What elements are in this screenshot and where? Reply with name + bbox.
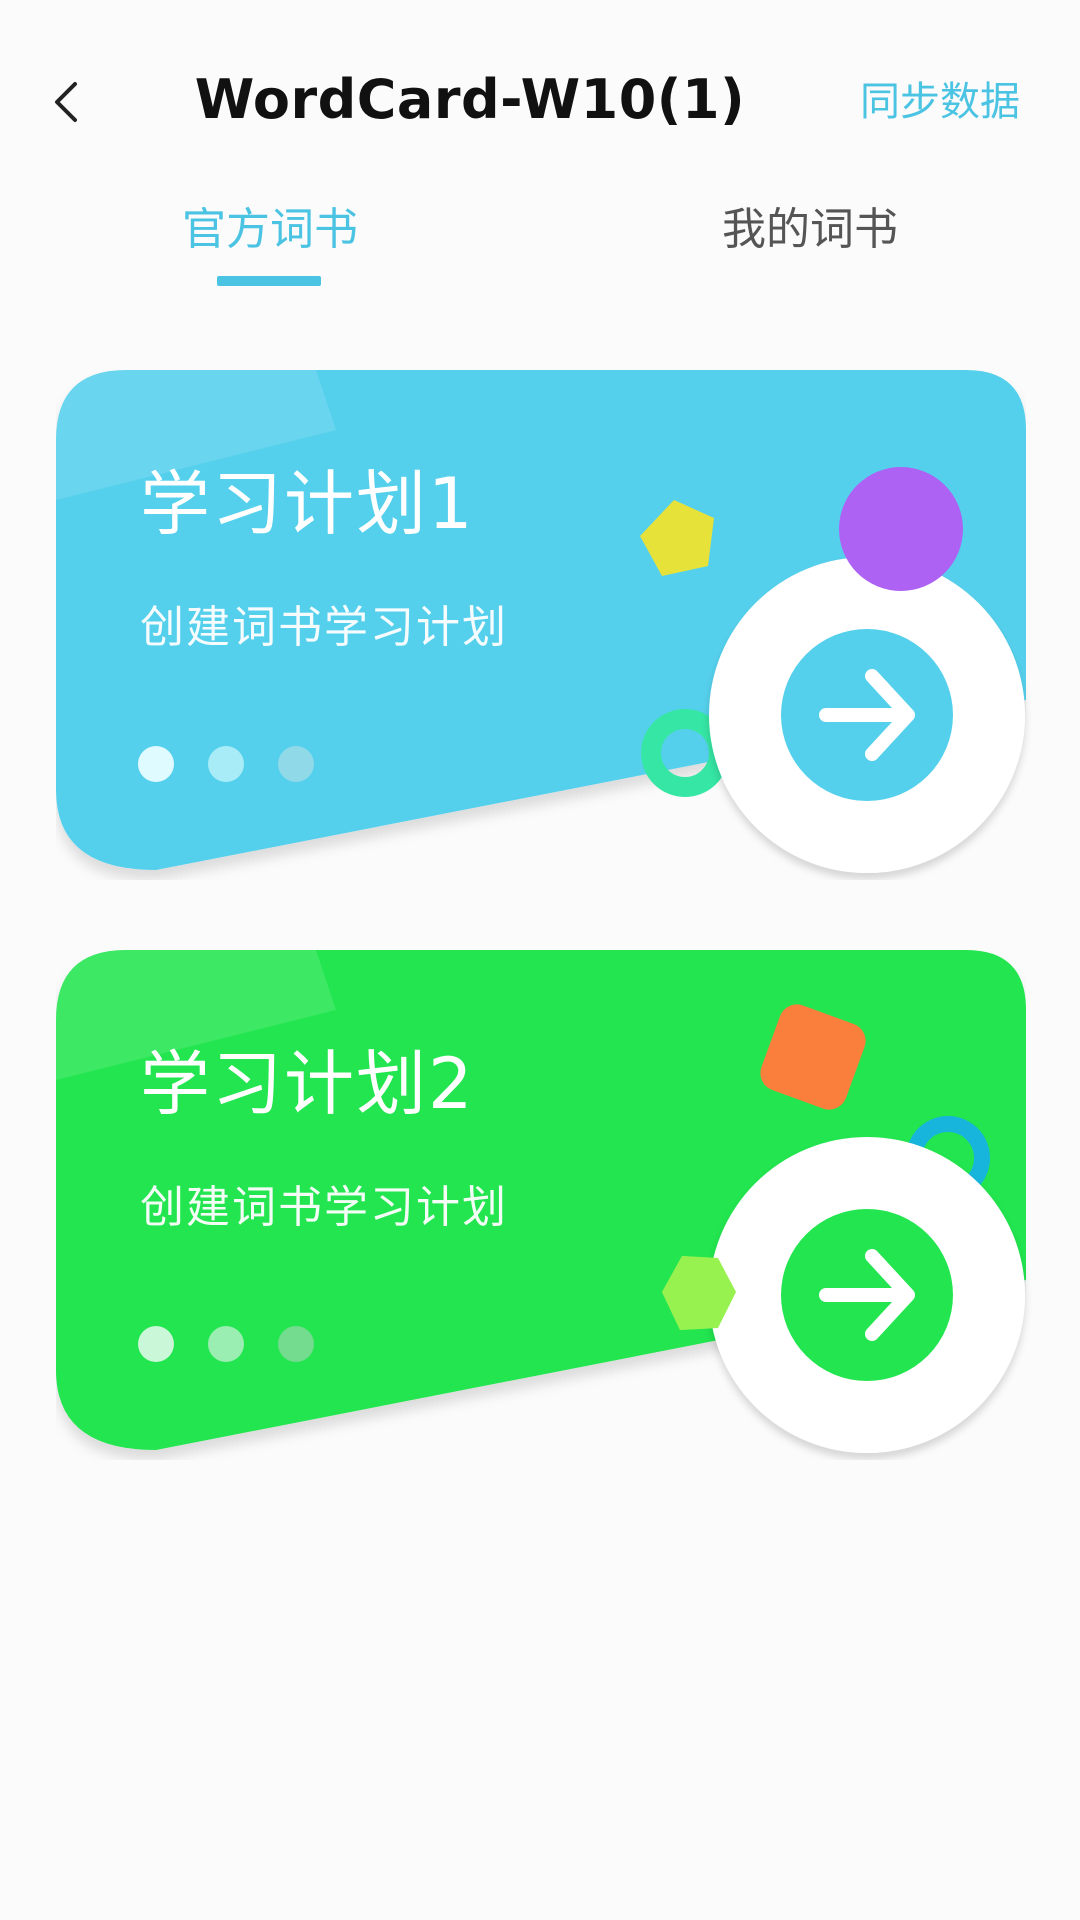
dot [278, 746, 314, 782]
dot [208, 1326, 244, 1362]
purple-circle-shape [839, 467, 963, 591]
lime-hexagon-overlay [662, 1256, 736, 1330]
page-dots [138, 1326, 358, 1362]
study-plan-card-1[interactable]: 学习计划1 创建词书学习计划 [56, 370, 1026, 873]
back-button[interactable] [44, 70, 88, 134]
tab-official-books[interactable]: 官方词书 [120, 200, 420, 260]
dot [208, 746, 244, 782]
card-title: 学习计划1 [140, 463, 475, 545]
app-root: WordCard-W10(1) 同步数据 官方词书 我的词书 学习计划1 创建词… [0, 0, 1080, 1920]
orange-square-shape [760, 1004, 866, 1110]
tab-active-indicator [217, 276, 321, 286]
card-2-go-button[interactable] [702, 1130, 1032, 1460]
sync-data-button[interactable]: 同步数据 [860, 70, 1020, 134]
card-subtitle: 创建词书学习计划 [140, 602, 508, 653]
page-title: WordCard-W10(1) [194, 68, 746, 131]
dot [138, 746, 174, 782]
page-dots [138, 746, 358, 782]
header: WordCard-W10(1) 同步数据 [0, 0, 1080, 200]
card-title: 学习计划2 [140, 1043, 475, 1125]
tab-bar: 官方词书 我的词书 [0, 200, 1080, 300]
card-subtitle: 创建词书学习计划 [140, 1182, 508, 1233]
card-1-go-button[interactable] [702, 550, 1032, 880]
tab-my-books[interactable]: 我的词书 [660, 200, 960, 260]
dot [278, 1326, 314, 1362]
chevron-left-icon [55, 82, 77, 122]
study-plan-card-2[interactable]: 学习计划2 创建词书学习计划 [56, 950, 1026, 1453]
dot [138, 1326, 174, 1362]
